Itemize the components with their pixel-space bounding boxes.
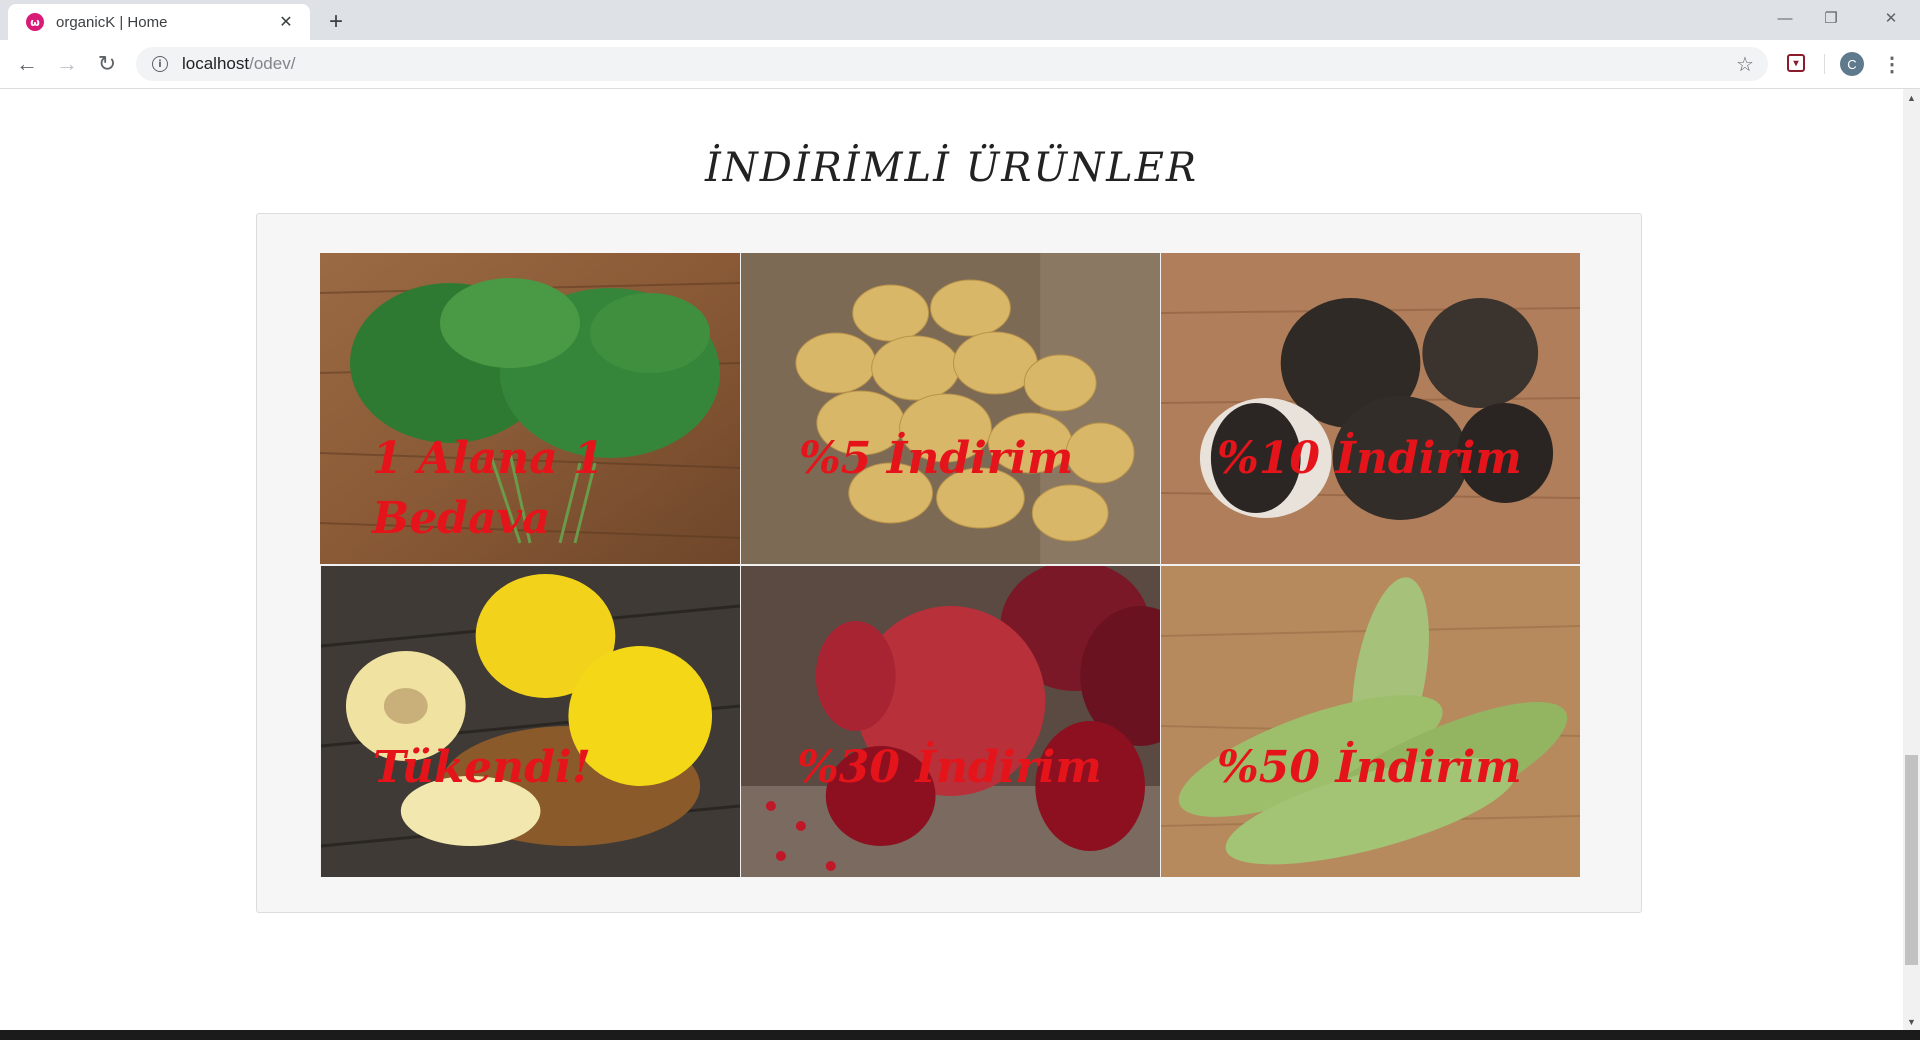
url-text[interactable]: localhost/odev/ <box>182 54 1730 74</box>
product-card-quinces[interactable]: Tükendi! <box>320 564 740 877</box>
page-viewport: İNDİRİMLİ ÜRÜNLER 1 Alana 1 Bedava %5 İn… <box>0 89 1903 1030</box>
restore-icon[interactable]: ❐ <box>1808 0 1854 36</box>
potatoes-image <box>741 253 1160 564</box>
browser-menu-icon[interactable]: ⋮ <box>1880 50 1904 78</box>
product-label: %50 İndirim <box>1217 742 1522 793</box>
quinces-image <box>321 566 740 877</box>
product-label: 1 Alana 1 Bedava <box>372 433 604 544</box>
back-icon[interactable]: ← <box>13 50 41 78</box>
minimize-icon[interactable]: — <box>1762 0 1808 36</box>
product-card-dill[interactable]: 1 Alana 1 Bedava <box>320 253 740 564</box>
url-host: localhost <box>182 54 250 73</box>
product-card-zucchini[interactable]: %50 İndirim <box>1160 564 1580 877</box>
page-title: İNDİRİMLİ ÜRÜNLER <box>704 145 1199 191</box>
product-card-potatoes[interactable]: %5 İndirim <box>740 253 1160 564</box>
tab-strip: ω organicK | Home ✕ + — ❐ ✕ <box>0 0 1920 40</box>
bookmark-star-icon[interactable]: ☆ <box>1730 52 1760 77</box>
toolbar-divider <box>1824 54 1825 74</box>
product-card-pomegranates[interactable]: %30 İndirim <box>740 564 1160 877</box>
product-label: %5 İndirim <box>799 433 1074 484</box>
tab-title: organicK | Home <box>56 13 168 31</box>
url-path: /odev/ <box>249 54 296 73</box>
forward-icon[interactable]: → <box>53 50 81 78</box>
product-label: %10 İndirim <box>1217 433 1522 484</box>
radishes-image <box>1161 253 1580 564</box>
site-info-icon[interactable]: i <box>152 56 168 72</box>
pomegranates-image <box>741 566 1160 877</box>
browser-toolbar: ← → ↻ i localhost/odev/ ☆ ▾ C ⋮ <box>0 40 1920 89</box>
discount-panel: 1 Alana 1 Bedava %5 İndirim %10 İndirim … <box>256 213 1642 913</box>
extension-icon[interactable]: ▾ <box>1787 54 1805 72</box>
product-grid: 1 Alana 1 Bedava %5 İndirim %10 İndirim … <box>320 253 1580 877</box>
scroll-up-icon[interactable]: ▲ <box>1903 89 1920 106</box>
browser-tab[interactable]: ω organicK | Home ✕ <box>8 4 310 40</box>
new-tab-icon[interactable]: + <box>322 8 350 36</box>
os-taskbar <box>0 1030 1920 1040</box>
scrollbar-thumb[interactable] <box>1905 755 1918 965</box>
product-label: %30 İndirim <box>797 742 1102 793</box>
address-bar[interactable]: i localhost/odev/ ☆ <box>136 47 1768 81</box>
reload-icon[interactable]: ↻ <box>93 50 121 78</box>
product-label: Tükendi! <box>373 742 591 793</box>
zucchini-image <box>1161 566 1580 877</box>
product-card-radishes[interactable]: %10 İndirim <box>1160 253 1580 564</box>
vertical-scrollbar[interactable]: ▲ ▼ <box>1903 89 1920 1030</box>
profile-avatar[interactable]: C <box>1840 52 1864 76</box>
close-icon[interactable]: ✕ <box>274 10 298 34</box>
window-close-icon[interactable]: ✕ <box>1868 0 1914 36</box>
site-favicon-icon: ω <box>26 13 44 31</box>
scroll-down-icon[interactable]: ▼ <box>1903 1013 1920 1030</box>
